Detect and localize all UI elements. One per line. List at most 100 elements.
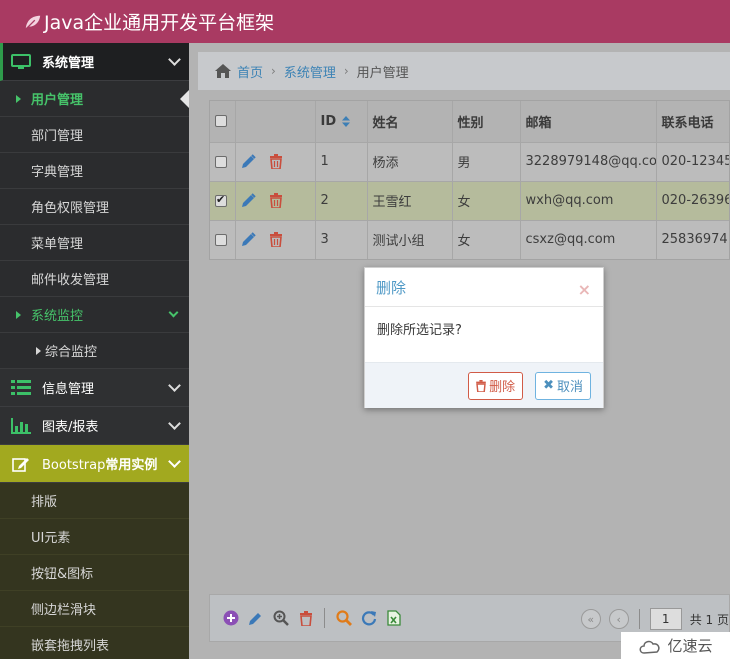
sidebar-item-nestable[interactable]: 嵌套拖拽列表 — [0, 627, 189, 659]
trash-icon[interactable] — [269, 232, 282, 247]
first-page-icon[interactable]: « — [580, 609, 601, 629]
close-icon[interactable]: × — [578, 280, 591, 299]
column-header-gender[interactable]: 性别 — [452, 101, 521, 143]
table-row[interactable]: 3 测试小组 女 csxz@qq.com 25836974191 — [210, 220, 729, 259]
excel-export-icon[interactable] — [385, 610, 402, 627]
watermark-text: 亿速云 — [667, 637, 713, 655]
sidebar-item-label: 排版 — [31, 495, 58, 510]
cell-gender: 男 — [452, 142, 521, 182]
select-all-checkbox[interactable] — [215, 115, 227, 128]
sidebar-item-label: UI元素 — [31, 531, 71, 546]
sidebar-item-departments[interactable]: 部门管理 — [0, 117, 189, 153]
list-icon — [10, 380, 32, 396]
sidebar-item-label: 角色权限管理 — [31, 201, 110, 216]
bootstrap-label-prefix: Bootstrap — [42, 458, 106, 473]
dialog-header: 删除 × — [365, 268, 603, 307]
sidebar-group-system[interactable]: 系统管理 — [0, 43, 189, 81]
sidebar-item-label: 邮件收发管理 — [31, 273, 110, 288]
chevron-down-icon — [168, 307, 179, 317]
sidebar-item-label: 系统监控 — [31, 309, 84, 324]
sidebar-group-bootstrap[interactable]: Bootstrap常用实例 — [0, 445, 189, 483]
sidebar-item-dictionary[interactable]: 字典管理 — [0, 153, 189, 189]
caret-right-icon — [16, 310, 21, 319]
breadcrumb-section[interactable]: 系统管理 — [284, 62, 336, 81]
sidebar-group-info-label: 信息管理 — [42, 382, 95, 397]
sidebar-item-overall-monitor[interactable]: 综合监控 — [0, 333, 189, 369]
confirm-delete-button[interactable]: 删除 — [468, 371, 524, 400]
cloud-logo-icon — [639, 640, 661, 654]
row-select-cell — [210, 220, 236, 259]
trash-icon[interactable] — [269, 193, 282, 208]
chevron-down-icon — [168, 454, 181, 468]
sidebar-item-monitor[interactable]: 系统监控 — [0, 297, 189, 333]
table-row[interactable]: 1 杨添 男 3228979148@qq.com 020-1234567 — [210, 142, 729, 182]
sidebar-item-label: 菜单管理 — [31, 237, 84, 252]
cell-id: 2 — [315, 181, 368, 221]
watermark-logo: 亿速云 — [621, 632, 730, 659]
zoom-in-icon[interactable] — [272, 610, 289, 627]
refresh-icon[interactable] — [360, 610, 377, 627]
prev-page-icon[interactable]: ‹ — [608, 609, 629, 629]
sidebar: 系统管理 用户管理 部门管理 字典管理 角色权限管理 菜单管理 邮件收发管理 系… — [0, 43, 189, 659]
sidebar-item-label: 侧边栏滑块 — [31, 603, 97, 618]
breadcrumb-home[interactable]: 首页 — [237, 62, 263, 81]
sidebar-item-label: 嵌套拖拽列表 — [31, 639, 110, 654]
row-checkbox[interactable] — [215, 233, 227, 246]
cell-email: 3228979148@qq.com — [520, 142, 657, 182]
cell-phone: 020-1234567 — [656, 142, 729, 182]
edit-pencil-icon[interactable] — [241, 232, 256, 247]
sidebar-item-mail[interactable]: 邮件收发管理 — [0, 261, 189, 297]
dialog-message: 删除所选记录? — [377, 323, 462, 338]
sidebar-item-label: 部门管理 — [31, 129, 84, 144]
column-header-email[interactable]: 邮箱 — [520, 101, 657, 143]
caret-right-icon — [36, 346, 41, 355]
cell-gender: 女 — [452, 181, 521, 221]
cell-name: 王雪红 — [367, 181, 453, 221]
row-actions — [235, 220, 316, 259]
column-header-phone[interactable]: 联系电话 — [656, 101, 729, 143]
sidebar-item-ui-elements[interactable]: UI元素 — [0, 519, 189, 555]
cancel-button[interactable]: ✖ 取消 — [535, 371, 591, 400]
toolbar-divider — [324, 608, 325, 628]
row-checkbox[interactable] — [215, 193, 227, 207]
search-icon[interactable] — [335, 610, 352, 627]
row-select-cell — [210, 142, 236, 182]
sidebar-item-typography[interactable]: 排版 — [0, 483, 189, 519]
breadcrumb-separator-icon: › — [343, 64, 349, 78]
add-icon[interactable] — [222, 610, 239, 627]
cell-name: 测试小组 — [367, 220, 453, 259]
trash-icon[interactable] — [269, 154, 282, 169]
sidebar-group-charts[interactable]: 图表/报表 — [0, 407, 189, 445]
sort-icon — [342, 115, 351, 127]
leaf-logo-icon — [25, 15, 41, 29]
sidebar-item-users[interactable]: 用户管理 — [0, 81, 189, 117]
chevron-down-icon — [168, 378, 181, 392]
row-actions — [235, 181, 316, 221]
page-number-input[interactable]: 1 — [649, 608, 682, 630]
bootstrap-label-suffix: 常用实例 — [105, 458, 158, 473]
column-header-id-label: ID — [320, 113, 337, 129]
bar-chart-icon — [10, 417, 32, 434]
cell-id: 1 — [315, 142, 368, 182]
row-checkbox[interactable] — [215, 155, 227, 168]
sidebar-item-slider[interactable]: 侧边栏滑块 — [0, 591, 189, 627]
table-row[interactable]: 2 王雪红 女 wxh@qq.com 020-2639688 — [210, 181, 729, 221]
page-count-label: 共 1 页 — [689, 612, 729, 627]
delete-confirm-dialog: 删除 × 删除所选记录? 删除 ✖ 取消 — [364, 267, 604, 408]
edit-pencil-icon[interactable] — [241, 193, 256, 208]
sidebar-group-bootstrap-label: Bootstrap常用实例 — [42, 454, 157, 473]
sidebar-item-buttons-icons[interactable]: 按钮&图标 — [0, 555, 189, 591]
cell-phone: 25836974191 — [656, 220, 729, 259]
column-header-name[interactable]: 姓名 — [367, 101, 453, 143]
sidebar-item-roles[interactable]: 角色权限管理 — [0, 189, 189, 225]
edit-pencil-icon[interactable] — [241, 154, 256, 169]
cell-email: wxh@qq.com — [520, 181, 657, 221]
column-header-id[interactable]: ID — [315, 101, 368, 143]
trash-icon[interactable] — [297, 610, 314, 627]
breadcrumb-separator-icon: › — [271, 64, 276, 78]
sidebar-item-menus[interactable]: 菜单管理 — [0, 225, 189, 261]
sidebar-group-info[interactable]: 信息管理 — [0, 369, 189, 407]
brand[interactable]: Java企业通用开发平台框架 — [24, 8, 274, 35]
edit-pencil-icon[interactable] — [247, 610, 264, 627]
cell-name: 杨添 — [367, 142, 453, 182]
